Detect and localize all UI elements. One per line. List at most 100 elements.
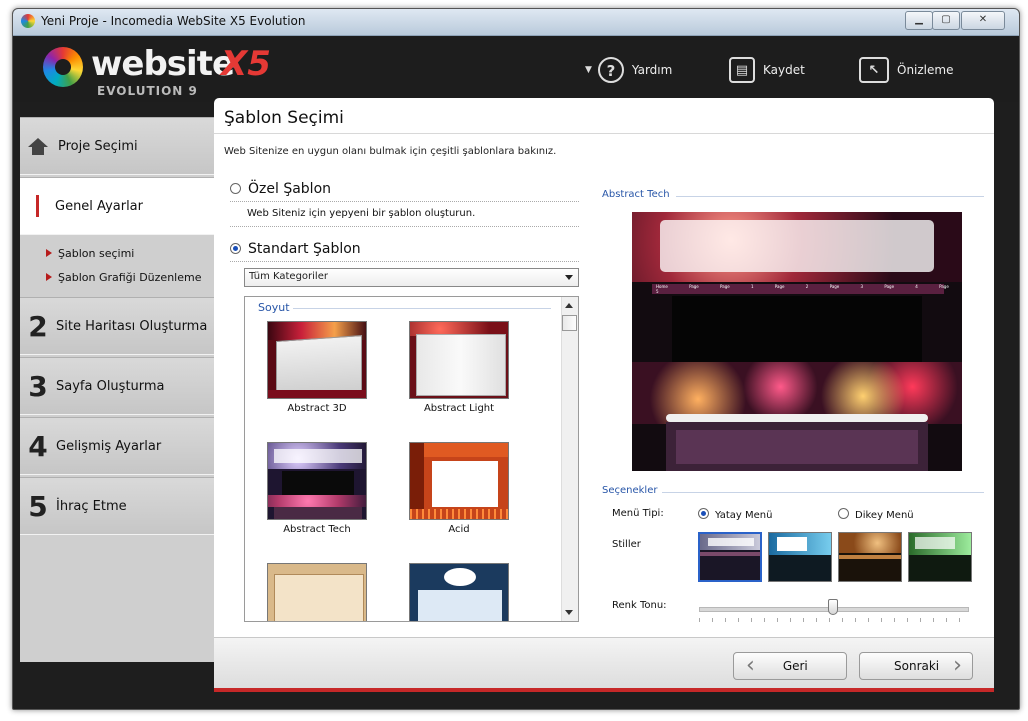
category-select[interactable]: Tüm Kategoriler [244,268,579,287]
radio-off[interactable] [838,508,849,519]
accent-bar [214,688,994,692]
slider-ticks [699,618,967,622]
maximize-button[interactable]: ▢ [932,11,960,30]
template-thumb-abstract-3d[interactable] [267,321,367,399]
app-header: website X5 EVOLUTION 9 ▼ ? Yardım ▤ Kayd… [13,36,1019,102]
nav-label: Proje Seçimi [58,138,138,154]
preview-button[interactable]: ↖ Önizleme [859,54,953,86]
template-label: Acid [448,524,470,535]
sidebar: Proje Seçimi Genel Ayarlar Şablon seçimi… [20,117,214,662]
style-option-4[interactable] [908,532,972,582]
styles-label: Stiller [612,539,641,550]
save-button[interactable]: ▤ Kaydet [729,54,805,86]
app-window: Yeni Proje - Incomedia WebSite X5 Evolut… [12,8,1020,710]
minimize-button[interactable]: ▁ [905,11,933,30]
style-option-3[interactable] [838,532,902,582]
preview-label: Önizleme [897,63,954,77]
gallery-category: Soyut [258,301,290,314]
step-number: 5 [28,489,48,523]
logo-icon-center [55,59,71,75]
logo-text: website [91,44,235,84]
nav-label: Genel Ayarlar [55,198,143,214]
close-button[interactable]: ✕ [961,11,1005,30]
content-panel: Şablon Seçimi Web Sitenize en uygun olan… [214,98,994,688]
wizard-footer: ‹ Geri Sonraki › [214,637,994,690]
custom-template-hint: Web Siteniz için yepyeni bir şablon oluş… [247,208,476,219]
nav-label: Site Haritası Oluşturma [56,318,208,334]
horizontal-menu-label: Yatay Menü [715,510,773,521]
nav-sub-template-selection[interactable]: Şablon seçimi [46,247,134,260]
template-thumb-acid[interactable] [409,442,509,520]
next-button[interactable]: Sonraki › [859,652,973,680]
save-label: Kaydet [763,63,805,77]
nav-sitemap[interactable]: 2 Site Haritası Oluşturma [20,297,214,355]
nav-sub-template-graphics[interactable]: Şablon Grafiği Düzenleme [46,271,201,284]
logo-subtitle: EVOLUTION 9 [97,84,198,98]
standard-template-radio[interactable]: Standart Şablon [230,241,361,257]
floppy-disk-icon: ▤ [729,57,755,83]
radio-on[interactable] [230,243,241,254]
chevron-left-icon: ‹ [746,653,755,678]
template-thumb-partial[interactable] [409,563,509,621]
template-thumb-abstract-light[interactable] [409,321,509,399]
scroll-down-icon[interactable] [565,610,573,615]
tone-label: Renk Tonu: [612,600,667,611]
template-label: Abstract Tech [283,524,351,535]
divider [230,261,579,262]
radio-on[interactable] [698,508,709,519]
step-number: 2 [28,309,48,343]
divider [662,492,984,493]
monitor-icon: ↖ [859,57,889,83]
arrow-right-icon [46,249,52,257]
template-label: Abstract Light [423,403,495,414]
logo-x5: X5 [221,44,271,84]
gallery-scrollbar[interactable] [561,297,578,621]
sub-label: Şablon seçimi [58,247,135,260]
style-option-2[interactable] [768,532,832,582]
scroll-up-icon[interactable] [565,303,573,308]
divider [676,196,984,197]
divider [230,201,579,202]
preview-menu-text: Home Page Page 1 Page 2 Page 3 Page 4 Pa… [656,284,949,294]
radio-off[interactable] [230,183,241,194]
nav-project-selection[interactable]: Proje Seçimi [20,117,214,175]
step-number: 4 [28,429,48,463]
nav-label: Sayfa Oluşturma [56,378,165,394]
nav-page-creation[interactable]: 3 Sayfa Oluşturma [20,357,214,415]
dropdown-arrow-icon: ▼ [585,65,592,75]
nav-general-settings[interactable]: Genel Ayarlar [20,177,214,235]
options-title: Seçenekler [602,485,658,496]
horizontal-menu-radio[interactable]: Yatay Menü [698,507,772,521]
divider [230,226,579,227]
back-button[interactable]: ‹ Geri [733,652,847,680]
page-description: Web Sitenize en uygun olanı bulmak için … [224,146,557,157]
active-indicator [36,195,39,217]
chevron-down-icon [565,275,573,280]
home-icon [28,138,48,155]
tone-slider-thumb[interactable] [828,599,838,615]
template-thumb-abstract-tech[interactable] [267,442,367,520]
nav-advanced-settings[interactable]: 4 Gelişmiş Ayarlar [20,417,214,475]
custom-template-label: Özel Şablon [248,181,332,197]
divider [214,133,994,134]
preview-title: Abstract Tech [602,189,670,200]
sub-label: Şablon Grafiği Düzenleme [58,271,202,284]
template-thumb-partial[interactable] [267,563,367,621]
app-icon [21,14,35,28]
chevron-right-icon: › [953,653,962,678]
template-gallery[interactable]: Soyut Abstract 3D Abstract Light Abstrac… [244,296,579,622]
next-label: Sonraki [894,659,940,673]
nav-label: İhraç Etme [56,498,127,514]
divider [293,308,551,309]
nav-label: Gelişmiş Ayarlar [56,438,162,454]
custom-template-radio[interactable]: Özel Şablon [230,181,331,197]
help-button[interactable]: ▼ ? Yardım [585,54,672,86]
page-title: Şablon Seçimi [224,108,344,128]
title-bar[interactable]: Yeni Proje - Incomedia WebSite X5 Evolut… [13,9,1019,36]
scroll-thumb[interactable] [562,315,577,331]
menu-type-label: Menü Tipi: [612,508,664,519]
style-option-1[interactable] [698,532,762,582]
vertical-menu-label: Dikey Menü [855,510,914,521]
vertical-menu-radio[interactable]: Dikey Menü [838,507,914,521]
nav-export[interactable]: 5 İhraç Etme [20,477,214,535]
